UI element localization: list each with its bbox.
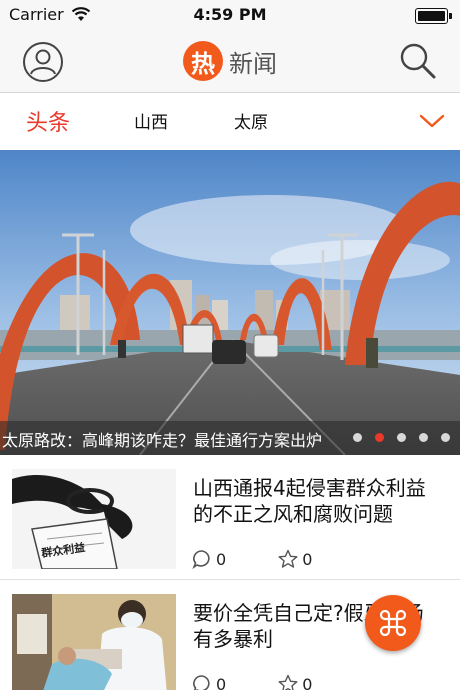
favorite-count[interactable]: 0	[278, 674, 312, 690]
battery-icon	[415, 8, 452, 24]
carousel-dot[interactable]	[397, 433, 406, 442]
news-item[interactable]: 群众利益 山西通报4起侵害群众利益的不正之风和腐败问题 0 0	[0, 455, 460, 580]
news-thumbnail	[12, 594, 176, 690]
hero-banner[interactable]: 太原路改：高峰期该咋走？最佳通行方案出炉	[0, 150, 460, 455]
comment-count[interactable]: 0	[192, 549, 226, 569]
favorite-count-value: 0	[302, 549, 313, 569]
hero-caption: 太原路改：高峰期该咋走？最佳通行方案出炉	[2, 431, 323, 450]
news-thumbnail: 群众利益	[12, 469, 176, 569]
tab-headlines[interactable]: 头条	[26, 105, 70, 137]
battery-level	[418, 11, 445, 21]
comment-icon	[192, 550, 210, 569]
carousel-dot[interactable]	[419, 433, 428, 442]
hero-image	[0, 150, 460, 455]
page-title: 新闻	[229, 49, 277, 78]
status-bar: Carrier 4:59 PM	[0, 0, 460, 30]
chevron-down-icon[interactable]	[418, 108, 446, 134]
news-title[interactable]: 山西通报4起侵害群众利益的不正之风和腐败问题	[193, 475, 443, 527]
news-meta: 0 0	[192, 674, 312, 690]
brand-logo: 热	[183, 41, 223, 81]
star-icon	[278, 549, 298, 568]
tab-taiyuan[interactable]: 太原	[234, 108, 268, 133]
comment-count-value: 0	[216, 549, 227, 569]
comment-icon	[193, 675, 210, 690]
status-time: 4:59 PM	[193, 5, 267, 24]
tab-shanxi[interactable]: 山西	[134, 108, 168, 133]
search-icon[interactable]	[398, 41, 438, 81]
news-list: 群众利益 山西通报4起侵害群众利益的不正之风和腐败问题 0 0 要价全凭自己定?…	[0, 455, 460, 690]
channel-tabs: 头条 山西 太原	[0, 94, 460, 149]
favorite-count[interactable]: 0	[278, 549, 312, 569]
carousel-dot[interactable]	[441, 433, 450, 442]
favorite-count-value: 0	[302, 674, 313, 690]
brand: 热 新闻	[183, 41, 277, 81]
user-circle-icon[interactable]	[22, 41, 64, 83]
carousel-dots	[340, 433, 450, 442]
nav-bar: 热 新闻	[0, 30, 460, 93]
comment-count[interactable]: 0	[192, 674, 226, 690]
carousel-dot-active[interactable]	[375, 433, 384, 442]
command-menu-button[interactable]	[365, 595, 421, 651]
star-icon	[278, 674, 298, 690]
news-meta: 0 0	[192, 549, 312, 569]
carousel-dot[interactable]	[353, 433, 362, 442]
command-icon	[379, 609, 407, 637]
comment-count-value: 0	[216, 674, 227, 690]
hero-caption-bar: 太原路改：高峰期该咋走？最佳通行方案出炉	[0, 421, 460, 455]
